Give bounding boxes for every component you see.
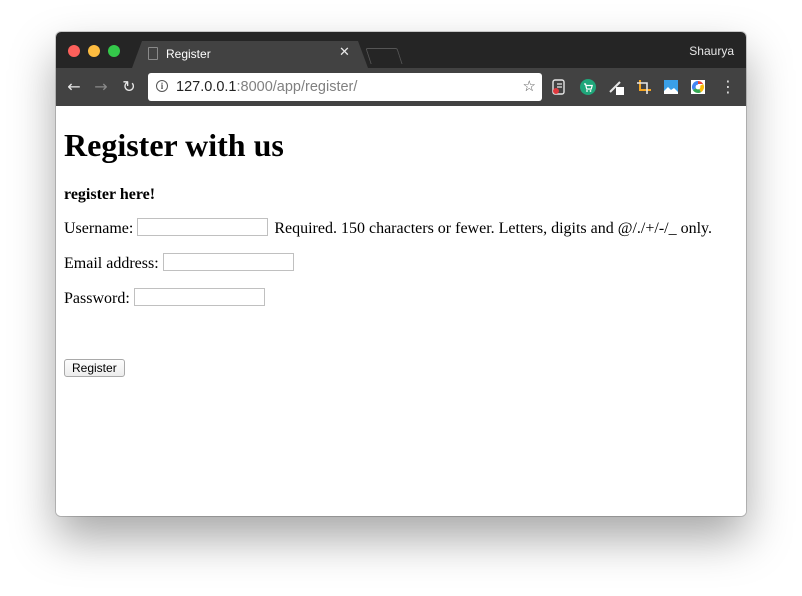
pen-tool-icon[interactable] xyxy=(608,79,624,95)
shopping-cart-icon[interactable] xyxy=(580,79,596,95)
page-title: Register with us xyxy=(64,127,284,163)
tab-register[interactable]: Register ✕ xyxy=(132,41,368,68)
page-icon xyxy=(148,47,158,60)
url-host: 127.0.0.1 xyxy=(176,79,237,95)
new-tab-button[interactable] xyxy=(365,48,403,64)
username-input[interactable] xyxy=(137,218,269,237)
email-row: Email address: xyxy=(64,253,296,274)
password-row: Password: xyxy=(64,288,267,309)
password-input[interactable] xyxy=(133,288,265,307)
password-label: Password: xyxy=(64,290,130,307)
tab-close-icon[interactable]: ✕ xyxy=(339,45,350,61)
zoom-window-button[interactable] xyxy=(108,45,120,57)
reload-icon[interactable]: ↻ xyxy=(119,77,139,97)
evernote-clipper-icon[interactable] xyxy=(551,79,567,95)
desktop-background: Register ✕ Shaurya ← → ↻ i 127.0.0.1:800… xyxy=(0,0,802,596)
forward-arrow-icon[interactable]: → xyxy=(91,77,111,97)
minimize-window-button[interactable] xyxy=(88,45,100,57)
menu-kebab-icon[interactable]: ⋮ xyxy=(720,76,736,98)
email-input[interactable] xyxy=(162,253,294,272)
username-row: Username: Required. 150 characters or fe… xyxy=(64,218,713,239)
register-button[interactable]: Register xyxy=(64,359,125,377)
tab-strip: Register ✕ Shaurya xyxy=(56,32,746,68)
page-content: Register with us register here! Username… xyxy=(56,106,746,516)
browser-window: Register ✕ Shaurya ← → ↻ i 127.0.0.1:800… xyxy=(56,32,746,516)
url-path: :8000/app/register/ xyxy=(236,79,358,95)
back-arrow-icon[interactable]: ← xyxy=(64,77,84,97)
profile-name[interactable]: Shaurya xyxy=(689,44,734,58)
browser-toolbar: ← → ↻ i 127.0.0.1:8000/app/register/ ☆ ⋮ xyxy=(56,68,746,106)
url-text[interactable]: 127.0.0.1:8000/app/register/ xyxy=(176,79,357,95)
tab-title: Register xyxy=(166,47,211,61)
google-extension-icon[interactable] xyxy=(690,79,706,95)
page-subtitle: register here! xyxy=(64,186,156,203)
site-info-icon[interactable]: i xyxy=(156,80,168,92)
username-label: Username: xyxy=(64,220,134,237)
email-label: Email address: xyxy=(64,255,159,272)
username-help-text: Required. 150 characters or fewer. Lette… xyxy=(274,220,713,237)
address-bar[interactable]: i 127.0.0.1:8000/app/register/ ☆ xyxy=(148,73,542,101)
bookmark-star-icon[interactable]: ☆ xyxy=(523,77,536,95)
image-icon[interactable] xyxy=(663,79,679,95)
crop-icon[interactable] xyxy=(636,79,652,95)
close-window-button[interactable] xyxy=(68,45,80,57)
